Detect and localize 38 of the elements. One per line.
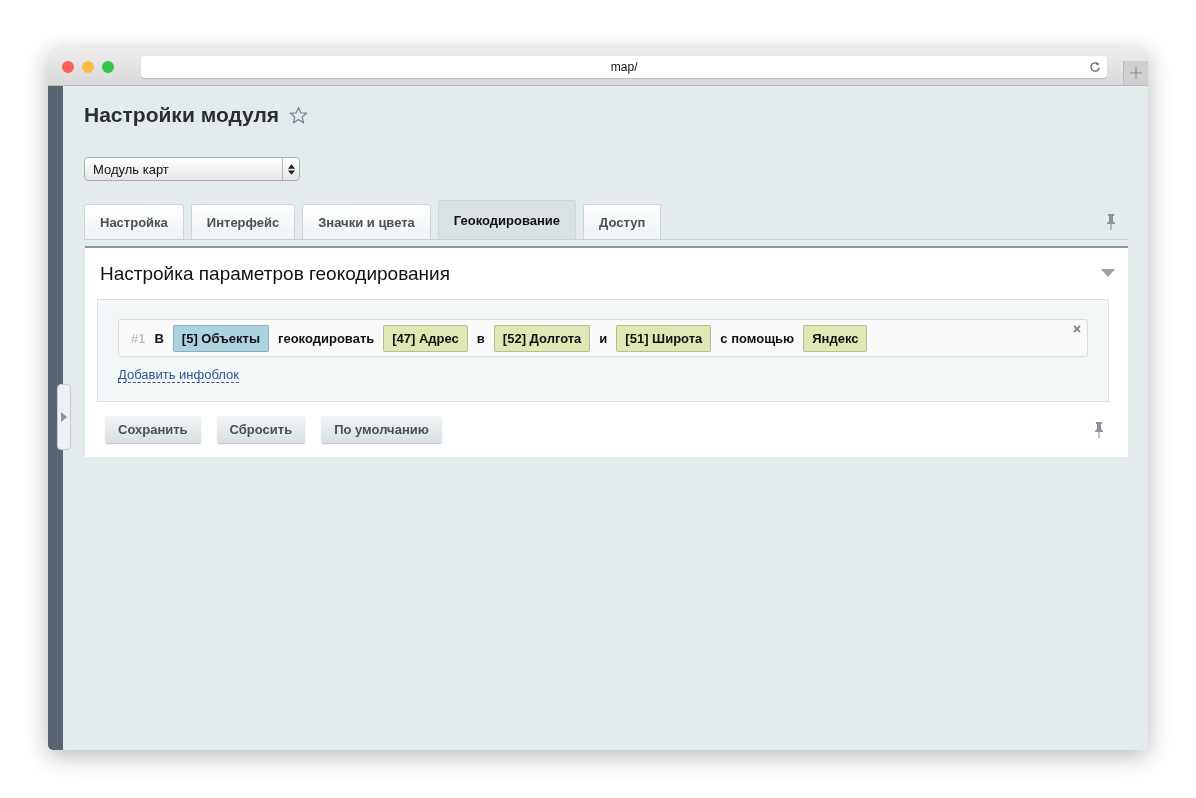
- collapse-arrow-icon[interactable]: [1100, 269, 1116, 278]
- tab[interactable]: Настройка: [84, 204, 184, 239]
- field-chip[interactable]: [52] Долгота: [493, 324, 591, 352]
- tab[interactable]: Значки и цвета: [302, 204, 431, 239]
- pin-icon[interactable]: [1094, 421, 1104, 438]
- panel-toggle-handle[interactable]: [57, 384, 71, 450]
- rule-number: #1: [131, 330, 146, 346]
- tab[interactable]: Интерфейс: [190, 204, 296, 239]
- star-icon[interactable]: [289, 105, 309, 125]
- reload-icon[interactable]: [1089, 61, 1102, 73]
- tab[interactable]: Геокодирование: [437, 200, 577, 239]
- close-button[interactable]: [62, 61, 74, 73]
- rule-text: и: [599, 330, 608, 346]
- select-arrows-icon: [287, 163, 295, 175]
- rule-text: геокодировать: [278, 330, 375, 346]
- action-button[interactable]: Сохранить: [105, 416, 201, 443]
- action-button[interactable]: Сбросить: [216, 416, 306, 443]
- module-select[interactable]: Модуль карт: [84, 157, 300, 181]
- close-icon[interactable]: [1073, 325, 1081, 333]
- minimize-button[interactable]: [82, 61, 94, 73]
- field-chip[interactable]: [5] Объекты: [172, 324, 269, 352]
- url-text: map/: [610, 60, 638, 74]
- rule-text: В: [154, 330, 164, 346]
- new-tab-button[interactable]: [1123, 61, 1148, 85]
- field-chip[interactable]: [47] Адрес: [383, 324, 468, 352]
- tab[interactable]: Доступ: [583, 204, 662, 239]
- field-chip[interactable]: [51] Широта: [616, 324, 712, 352]
- rule-text: с помощью: [720, 330, 795, 346]
- address-bar[interactable]: map/: [141, 56, 1108, 78]
- maximize-button[interactable]: [102, 61, 114, 73]
- plus-icon: [1130, 67, 1143, 79]
- pin-icon[interactable]: [1106, 214, 1116, 230]
- add-infoblock-link[interactable]: Добавить инфоблок: [118, 367, 239, 383]
- section-title: Настройка параметров геокодирования: [100, 262, 450, 285]
- rule-text: в: [476, 330, 485, 346]
- page-title: Настройки модуля: [84, 103, 280, 127]
- field-chip[interactable]: Яндекс: [803, 324, 868, 352]
- action-button[interactable]: По умолчанию: [321, 416, 442, 443]
